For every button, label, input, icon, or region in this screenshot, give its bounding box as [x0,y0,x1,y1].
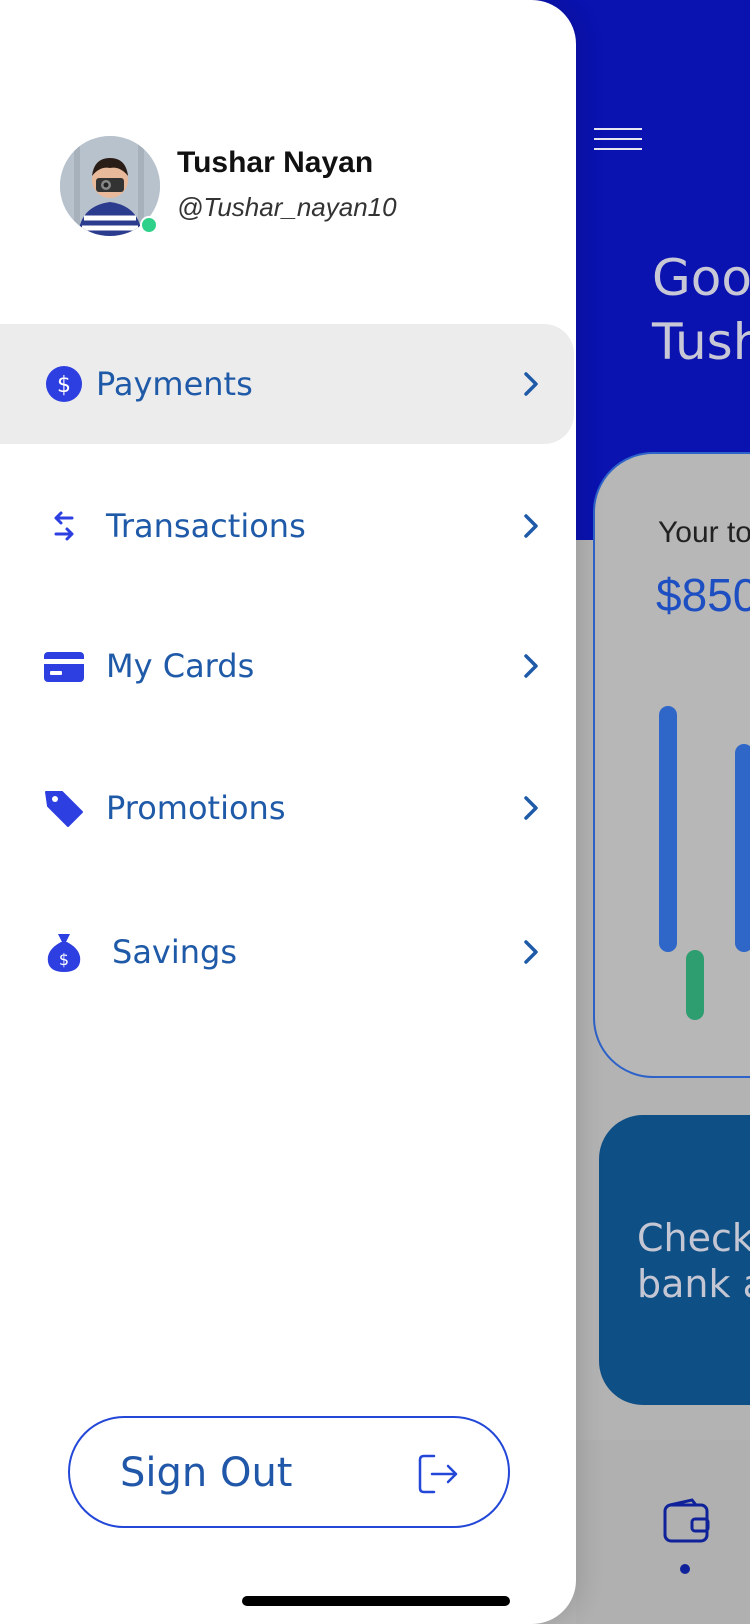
menu-item-label: Savings [112,933,238,971]
swap-arrows-icon [54,511,74,541]
greeting-line-2: Tush [652,313,750,371]
chevron-right-icon [524,940,538,964]
dollar-circle-icon: $ [46,366,82,402]
navigation-drawer: Tushar Nayan @Tushar_nayan10 $ Payments … [0,0,576,1624]
chevron-right-icon [524,796,538,820]
online-status-dot [140,216,158,234]
menu-item-label: Payments [96,365,253,403]
menu-item-label: Transactions [106,507,306,545]
menu-item-my-cards[interactable]: My Cards [0,606,574,726]
greeting-text: Goo Tush [652,246,750,374]
sign-out-button[interactable]: Sign Out [68,1416,510,1528]
sign-out-label: Sign Out [120,1450,293,1496]
menu-item-label: My Cards [106,647,255,685]
promo-card[interactable]: Check bank a [599,1115,750,1405]
promo-line-1: Check [637,1216,750,1260]
active-tab-dot [680,1564,690,1574]
menu-item-label: Promotions [106,789,286,827]
chevron-right-icon [524,654,538,678]
chevron-right-icon [524,372,538,396]
chevron-right-icon [524,514,538,538]
greeting-line-1: Goo [652,249,750,307]
balance-value: $850 [656,569,750,621]
wallet-icon[interactable] [662,1497,712,1547]
promo-text: Check bank a [637,1215,750,1307]
user-handle: @Tushar_nayan10 [177,192,397,222]
money-bag-icon: $ [47,934,81,972]
menu-item-payments[interactable]: $ Payments [0,324,574,444]
hamburger-menu-icon[interactable] [594,128,642,152]
chart-bar [686,950,704,1020]
menu-item-promotions[interactable]: Promotions [0,748,574,868]
promo-line-2: bank a [637,1262,750,1306]
bottom-tab-bar [576,1440,750,1624]
svg-text:$: $ [57,373,71,398]
logout-icon [418,1454,458,1494]
tag-icon [45,791,83,827]
balance-card[interactable]: Your to $850 [593,452,750,1078]
credit-card-icon [44,652,84,682]
user-name: Tushar Nayan [177,146,374,179]
balance-label: Your to [658,516,750,549]
menu-item-transactions[interactable]: Transactions [0,466,574,586]
home-indicator [242,1596,510,1606]
svg-text:$: $ [59,950,69,969]
menu-item-savings[interactable]: $ Savings [0,892,574,1012]
chart-bar [735,744,750,952]
chart-bar [659,706,677,952]
